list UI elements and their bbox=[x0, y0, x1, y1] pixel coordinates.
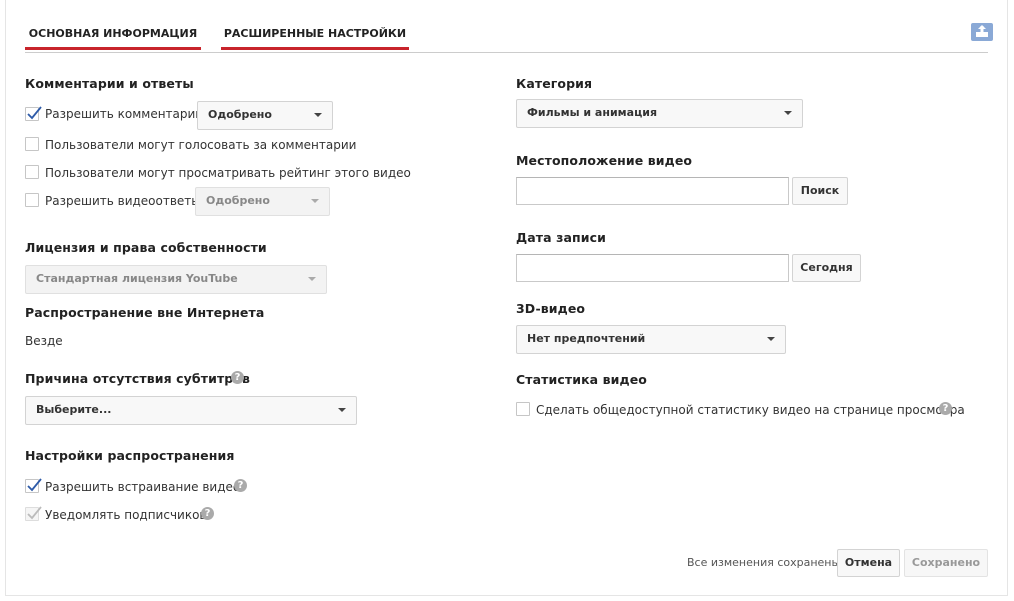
license-select-value: Стандартная лицензия YouTube bbox=[36, 272, 238, 285]
cancel-button[interactable]: Отмена bbox=[837, 549, 900, 577]
tab-basic-info[interactable]: ОСНОВНАЯ ИНФОРМАЦИЯ bbox=[25, 20, 201, 50]
public-stats-checkbox[interactable] bbox=[516, 402, 530, 416]
location-heading: Местоположение видео bbox=[516, 153, 693, 168]
record-date-input[interactable] bbox=[516, 254, 789, 282]
notify-subscribers-label: Уведомлять подписчиков bbox=[45, 508, 207, 522]
users-view-rating-label: Пользователи могут просматривать рейтинг… bbox=[45, 166, 411, 180]
notify-subscribers-checkbox bbox=[25, 506, 42, 521]
category-select[interactable]: Фильмы и анимация bbox=[516, 99, 803, 128]
upload-icon[interactable] bbox=[971, 23, 993, 41]
allow-embed-label: Разрешить встраивание видео bbox=[45, 480, 241, 494]
help-icon[interactable]: ? bbox=[231, 371, 244, 384]
captions-heading: Причина отсутствия субтитров bbox=[25, 371, 251, 386]
video-stats-heading: Статистика видео bbox=[516, 372, 647, 387]
allow-embed-checkbox[interactable] bbox=[25, 478, 42, 493]
chevron-down-icon bbox=[338, 408, 346, 412]
captions-reason-select[interactable]: Выберите... bbox=[25, 396, 357, 425]
3d-video-heading: 3D-видео bbox=[516, 301, 586, 316]
allow-video-replies-checkbox[interactable] bbox=[25, 193, 39, 207]
license-heading: Лицензия и права собственности bbox=[25, 240, 267, 255]
video-replies-select: Одобрено bbox=[195, 187, 330, 216]
help-icon[interactable]: ? bbox=[201, 507, 214, 520]
tab-bar: ОСНОВНАЯ ИНФОРМАЦИЯ РАСШИРЕННЫЕ НАСТРОЙК… bbox=[25, 20, 988, 53]
category-select-value: Фильмы и анимация bbox=[527, 106, 658, 119]
users-vote-label: Пользователи могут голосовать за коммент… bbox=[45, 138, 357, 152]
today-button[interactable]: Сегодня bbox=[792, 254, 861, 282]
chevron-down-icon bbox=[314, 113, 322, 117]
users-view-rating-checkbox[interactable] bbox=[25, 165, 39, 179]
checkmark-icon bbox=[27, 506, 42, 520]
public-stats-label: Сделать общедоступной статистику видео н… bbox=[536, 403, 965, 417]
chevron-down-icon bbox=[311, 199, 319, 203]
chevron-down-icon bbox=[308, 277, 316, 281]
offline-distribution-heading: Распространение вне Интернета bbox=[25, 305, 265, 320]
checkmark-icon bbox=[27, 106, 42, 120]
allow-comments-label: Разрешить комментарии bbox=[45, 107, 204, 121]
saved-button: Сохранено bbox=[904, 549, 988, 577]
3d-video-select-value: Нет предпочтений bbox=[527, 332, 646, 345]
chevron-down-icon bbox=[784, 111, 792, 115]
3d-video-select[interactable]: Нет предпочтений bbox=[516, 325, 786, 354]
license-select: Стандартная лицензия YouTube bbox=[25, 265, 327, 294]
comments-heading: Комментарии и ответы bbox=[25, 76, 194, 91]
help-icon[interactable]: ? bbox=[234, 479, 247, 492]
location-input[interactable] bbox=[516, 177, 789, 205]
allow-comments-select[interactable]: Одобрено bbox=[197, 101, 333, 130]
category-heading: Категория bbox=[516, 76, 593, 91]
allow-comments-checkbox[interactable] bbox=[25, 106, 42, 121]
allow-comments-select-value: Одобрено bbox=[208, 108, 272, 121]
video-replies-select-value: Одобрено bbox=[206, 194, 270, 207]
offline-distribution-value: Везде bbox=[25, 334, 63, 348]
users-vote-checkbox[interactable] bbox=[25, 137, 39, 151]
tab-advanced-settings[interactable]: РАСШИРЕННЫЕ НАСТРОЙКИ bbox=[221, 20, 409, 50]
help-icon[interactable]: ? bbox=[939, 402, 952, 415]
checkmark-icon bbox=[27, 478, 42, 492]
record-date-heading: Дата записи bbox=[516, 230, 606, 245]
save-status-text: Все изменения сохранены. bbox=[687, 556, 844, 569]
captions-reason-value: Выберите... bbox=[36, 403, 112, 416]
location-search-button[interactable]: Поиск bbox=[792, 177, 848, 205]
chevron-down-icon bbox=[767, 337, 775, 341]
allow-video-replies-label: Разрешить видеоответы bbox=[45, 194, 201, 208]
distribution-heading: Настройки распространения bbox=[25, 448, 235, 463]
